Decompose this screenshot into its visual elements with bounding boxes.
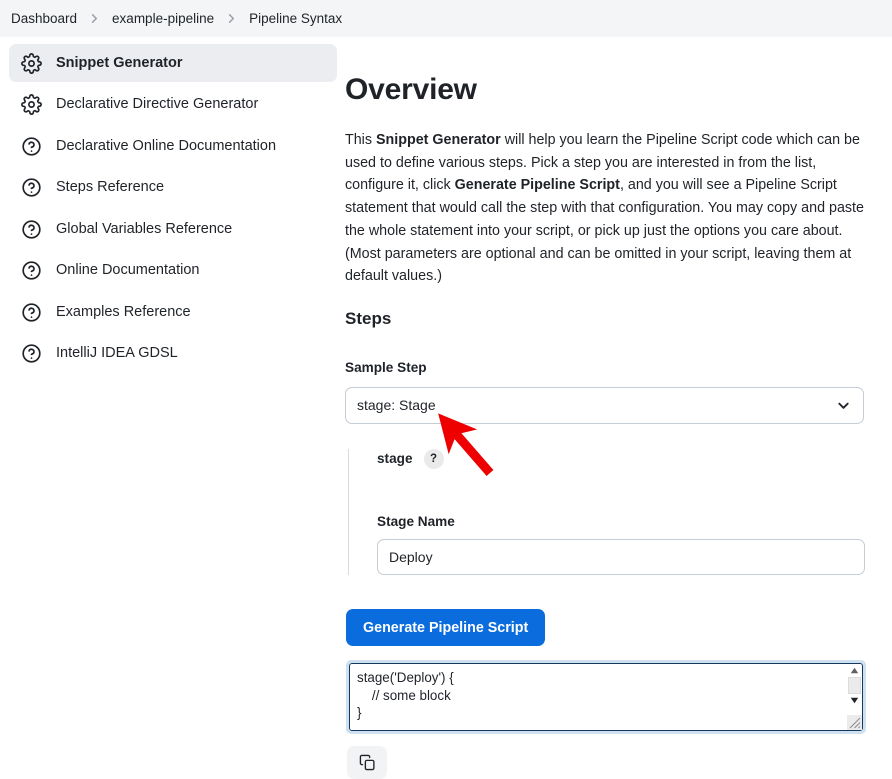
breadcrumb-item-example-pipeline[interactable]: example-pipeline (112, 11, 214, 26)
breadcrumb-item-dashboard[interactable]: Dashboard (11, 11, 77, 26)
sidebar-item-label: Declarative Online Documentation (56, 139, 276, 154)
sidebar-item-examples-reference[interactable]: Examples Reference (9, 293, 337, 331)
generated-script-output[interactable]: stage('Deploy') { // some block } (346, 660, 866, 734)
sidebar-item-label: Snippet Generator (56, 56, 183, 71)
sidebar-item-steps-reference[interactable]: Steps Reference (9, 169, 337, 207)
sidebar-item-global-variables-reference[interactable]: Global Variables Reference (9, 210, 337, 248)
sidebar-item-label: Declarative Directive Generator (56, 97, 258, 112)
question-circle-icon (20, 135, 42, 157)
sidebar-item-label: Steps Reference (56, 180, 164, 195)
scrollbar-thumb[interactable] (848, 677, 861, 694)
stage-name-input[interactable] (377, 539, 865, 575)
sample-step-selected-value: stage: Stage (357, 397, 436, 413)
generated-script-scrollbar[interactable] (846, 663, 863, 731)
sidebar-item-label: Examples Reference (56, 305, 191, 320)
sidebar-item-online-documentation[interactable]: Online Documentation (9, 252, 337, 290)
question-mark-badge-icon[interactable]: ? (424, 449, 444, 469)
sidebar-item-label: Online Documentation (56, 263, 199, 278)
steps-heading: Steps (345, 310, 878, 327)
chevron-right-icon (89, 13, 100, 24)
sample-step-label: Sample Step (345, 361, 878, 375)
generated-script-text: stage('Deploy') { // some block } (357, 669, 846, 722)
scroll-down-arrow-icon[interactable] (847, 694, 862, 707)
page-title: Overview (345, 75, 878, 105)
stage-header: stage ? (377, 449, 867, 469)
generated-script-textarea[interactable]: stage('Deploy') { // some block } (349, 663, 846, 731)
stage-config-block: stage ? Stage Name (348, 449, 867, 576)
question-circle-icon (20, 301, 42, 323)
main-content: Overview This Snippet Generator will hel… (345, 37, 892, 779)
copy-icon-button[interactable] (347, 746, 387, 779)
sidebar-item-snippet-generator[interactable]: Snippet Generator (9, 44, 337, 82)
sample-step-select[interactable]: stage: Stage (345, 387, 864, 424)
question-circle-icon (20, 343, 42, 365)
stage-block-title: stage (377, 452, 413, 466)
generate-pipeline-script-button[interactable]: Generate Pipeline Script (346, 609, 545, 646)
overview-paragraph: This Snippet Generator will help you lea… (345, 129, 866, 288)
chevron-down-icon (836, 398, 851, 413)
gear-icon (20, 94, 42, 116)
question-circle-icon (20, 260, 42, 282)
question-circle-icon (20, 177, 42, 199)
chevron-right-icon (226, 13, 237, 24)
sidebar: Snippet Generator Declarative Directive … (0, 37, 345, 376)
stage-name-label: Stage Name (377, 515, 867, 529)
scroll-up-arrow-icon[interactable] (847, 664, 862, 677)
copy-icon (359, 754, 376, 771)
sidebar-item-declarative-directive-generator[interactable]: Declarative Directive Generator (9, 86, 337, 124)
sidebar-item-label: Global Variables Reference (56, 222, 232, 237)
breadcrumb-item-pipeline-syntax[interactable]: Pipeline Syntax (249, 11, 342, 26)
question-circle-icon (20, 218, 42, 240)
breadcrumb: Dashboard example-pipeline Pipeline Synt… (0, 0, 892, 37)
gear-icon (20, 52, 42, 74)
sidebar-item-label: IntelliJ IDEA GDSL (56, 346, 178, 361)
sidebar-item-declarative-online-documentation[interactable]: Declarative Online Documentation (9, 127, 337, 165)
sidebar-item-intellij-idea-gdsl[interactable]: IntelliJ IDEA GDSL (9, 335, 337, 373)
